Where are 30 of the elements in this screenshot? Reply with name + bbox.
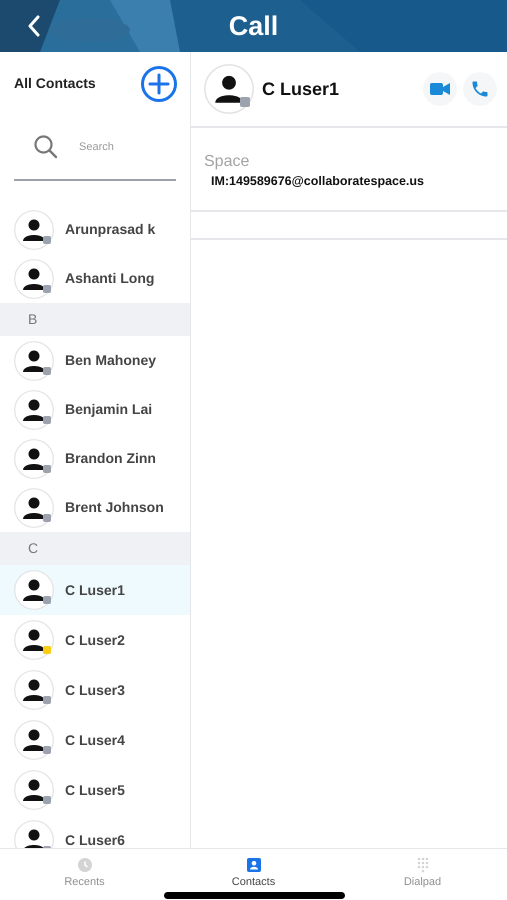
field-value: IM:149589676@collaboratespace.us — [210, 173, 424, 190]
section-header: B — [28, 310, 38, 329]
avatar-icon — [14, 210, 54, 250]
avatar-icon — [14, 720, 54, 760]
dialpad-icon — [416, 857, 428, 873]
contact-name: C Luser1 — [262, 78, 340, 100]
add-icon[interactable] — [140, 64, 178, 102]
search-field[interactable]: Search — [79, 138, 159, 156]
avatar-icon — [14, 438, 54, 478]
avatar-icon — [14, 488, 54, 528]
phone-call-button[interactable] — [463, 72, 497, 106]
screen-title: Call — [228, 10, 278, 43]
avatar-icon — [204, 64, 254, 114]
section-header: C — [28, 539, 38, 558]
contact-item[interactable]: C Luser1 — [0, 565, 190, 615]
avatar-icon — [14, 570, 54, 610]
avatar-icon — [14, 770, 54, 810]
avatar-icon — [14, 340, 54, 380]
contact-card-icon — [246, 857, 260, 873]
avatar-icon — [14, 390, 54, 430]
search-icon — [33, 134, 59, 160]
field-label: Space — [204, 152, 250, 172]
sidebar-title: All Contacts — [14, 74, 96, 93]
avatar-icon — [14, 258, 54, 298]
avatar-icon — [14, 620, 54, 660]
phone-icon — [470, 79, 490, 99]
video-call-button[interactable] — [423, 72, 457, 106]
avatar-icon — [14, 670, 54, 710]
clock-icon — [78, 857, 92, 873]
video-camera-icon — [430, 82, 450, 96]
